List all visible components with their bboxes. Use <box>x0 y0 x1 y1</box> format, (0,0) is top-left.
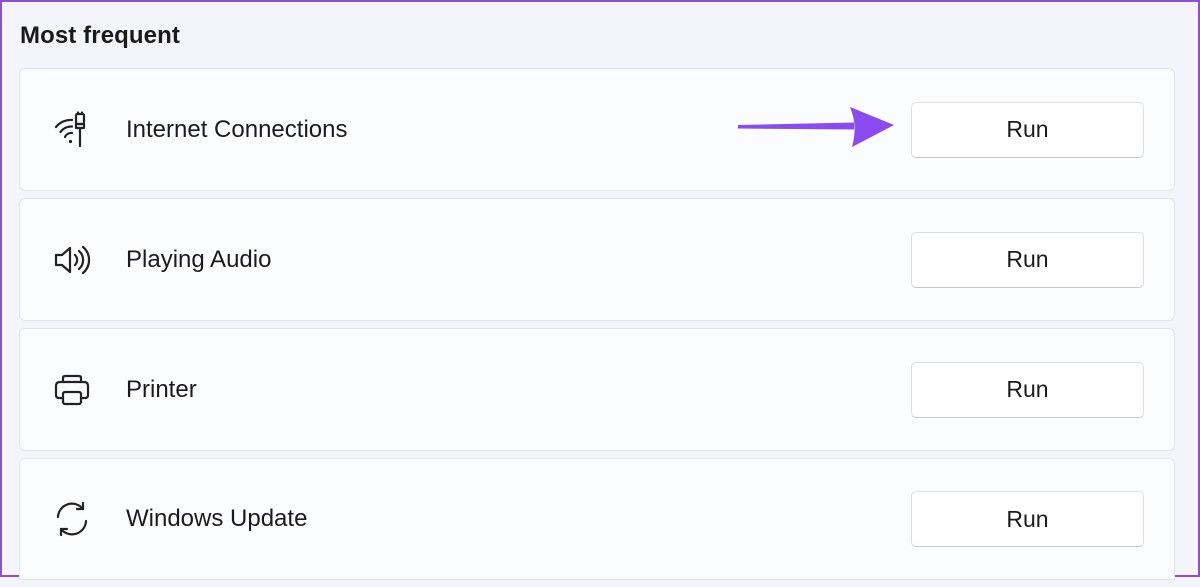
speaker-icon <box>50 238 94 282</box>
troubleshooter-item-playing-audio: Playing Audio Run <box>19 198 1175 321</box>
run-windows-update-button[interactable]: Run <box>911 491 1144 547</box>
printer-icon <box>50 368 94 412</box>
troubleshooter-item-printer: Printer Run <box>19 328 1175 451</box>
troubleshooter-label: Internet Connections <box>126 115 348 143</box>
troubleshooter-label: Printer <box>126 375 197 403</box>
troubleshooter-item-windows-update: Windows Update Run <box>19 458 1175 580</box>
wifi-ethernet-icon <box>50 108 94 152</box>
troubleshooter-label: Playing Audio <box>126 245 272 273</box>
sync-icon <box>50 497 94 541</box>
run-internet-connections-button[interactable]: Run <box>911 101 1144 158</box>
section-title: Most frequent <box>20 22 180 49</box>
troubleshooter-item-internet-connections: Internet Connections Run <box>19 68 1175 191</box>
run-playing-audio-button[interactable]: Run <box>911 231 1144 288</box>
troubleshooter-list: Internet Connections Run Playing Audio R… <box>19 68 1175 587</box>
troubleshooter-label: Windows Update <box>126 505 308 532</box>
run-printer-button[interactable]: Run <box>911 361 1144 418</box>
arrow-right-icon <box>738 107 894 147</box>
